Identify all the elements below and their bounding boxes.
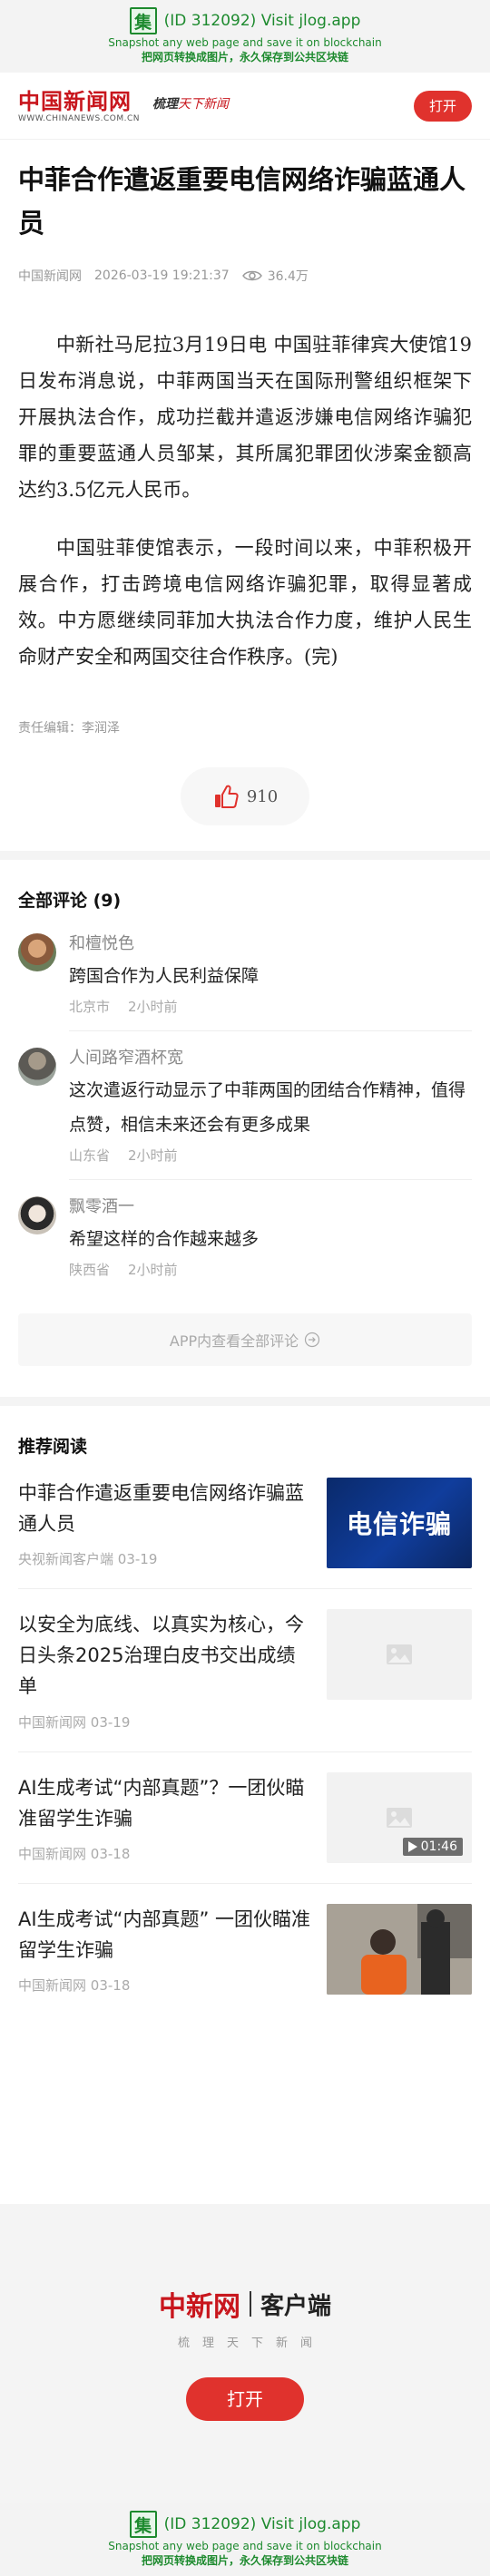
comment-time: 2小时前 — [128, 1147, 178, 1164]
recommend-divider — [18, 1751, 472, 1752]
comment-region: 陕西省 — [69, 1262, 111, 1278]
view-count: 36.4万 — [241, 267, 309, 285]
recommend-item-date: 03-19 — [90, 1714, 131, 1731]
view-all-comments-button[interactable]: APP内查看全部评论 — [18, 1313, 472, 1366]
recommend-item-title[interactable]: AI生成考试“内部真题” 一团伙瞄准留学生诈骗 — [18, 1904, 312, 1966]
eye-icon — [241, 270, 262, 281]
comment-text: 跨国合作为人民利益保障 — [69, 966, 260, 986]
video-duration: 01:46 — [420, 1839, 457, 1854]
brand-divider — [249, 2291, 251, 2317]
article-source: 中国新闻网 — [18, 269, 82, 284]
article-paragraph: 中新社马尼拉3月19日电 中国驻菲律宾大使馆19日发布消息说，中菲两国当天在国际… — [18, 334, 472, 501]
recommend-item-source: 中国新闻网 — [18, 1977, 87, 1994]
recommend-thumbnail[interactable] — [327, 1609, 472, 1700]
article-editor: 责任编辑：李润泽 — [18, 721, 120, 736]
article-paragraph: 中国驻菲使馆表示，一段时间以来，中菲积极开展合作，打击跨境电信网络诈骗犯罪，取得… — [18, 537, 472, 668]
comment-item: 和檀悦色 跨国合作为人民利益保障 北京市 2小时前 — [0, 933, 490, 1031]
recommend-item-date: 03-19 — [117, 1551, 158, 1567]
jlog-icon: 集 — [129, 2511, 157, 2538]
logo-text-en: WWW.CHINANEWS.COM.CN — [18, 113, 141, 123]
thumbnail-caption: 电信诈骗 — [346, 1509, 452, 1539]
like-button[interactable]: 910 — [181, 767, 309, 825]
comment-author[interactable]: 和檀悦色 — [69, 933, 472, 955]
play-icon — [407, 1841, 417, 1852]
comment-item: 飘零酒一 希望这样的合作越来越多 陕西省 2小时前 — [0, 1196, 490, 1293]
avatar[interactable] — [18, 1196, 56, 1234]
banner-id-text[interactable]: (ID 312092) Visit jlog.app — [164, 12, 361, 30]
avatar[interactable] — [18, 1048, 56, 1086]
site-header: 中国新闻网 WWW.CHINANEWS.COM.CN 梳理天下新闻 打开 — [0, 73, 490, 140]
recommend-divider — [18, 1883, 472, 1884]
recommend-title: 推荐阅读 — [18, 1437, 88, 1457]
news-photo — [327, 1904, 472, 1995]
recommend-item[interactable]: AI生成考试“内部真题” 一团伙瞄准留学生诈骗 中国新闻网 03-18 — [0, 1904, 490, 1995]
banner-subtitle-cn: 把网页转换成图片，永久保存到公共区块链 — [141, 2554, 348, 2567]
thumbs-up-icon — [214, 785, 239, 808]
footer-open-app-button[interactable]: 打开 — [186, 2377, 304, 2421]
recommend-item-source: 中国新闻网 — [18, 1714, 87, 1731]
recommend-item-title[interactable]: 中菲合作遣返重要电信网络诈骗蓝通人员 — [18, 1478, 312, 1539]
image-placeholder-icon — [387, 1808, 412, 1828]
recommend-divider — [18, 1588, 472, 1589]
banner-id-text[interactable]: (ID 312092) Visit jlog.app — [164, 2515, 361, 2533]
banner-subtitle-cn: 把网页转换成图片，永久保存到公共区块链 — [141, 51, 348, 63]
section-divider — [0, 851, 490, 860]
article-meta: 中国新闻网 2026-03-19 19:21:37 36.4万 — [18, 265, 472, 287]
snapshot-banner-bottom[interactable]: 集 (ID 312092) Visit jlog.app Snapshot an… — [0, 2503, 490, 2576]
jlog-icon: 集 — [129, 7, 157, 34]
comment-time: 2小时前 — [128, 999, 178, 1015]
slogan-part-b: 天下新闻 — [178, 96, 230, 112]
app-promo-footer: 中新网 客户端 梳理天下新闻 打开 — [0, 2204, 490, 2503]
footer-tagline: 梳理天下新闻 — [177, 2337, 325, 2350]
recommend-item-date: 03-18 — [90, 1977, 131, 1994]
client-brand: 中新网 客户端 — [0, 2284, 490, 2324]
comments-title: 全部评论 (9) — [18, 891, 122, 911]
recommend-item-title[interactable]: 以安全为底线、以真实为核心，今日头条2025治理白皮书交出成绩单 — [18, 1609, 312, 1702]
comment-region: 北京市 — [69, 999, 111, 1015]
article-title: 中菲合作遣返重要电信网络诈骗蓝通人员 — [18, 164, 466, 239]
recommend-item[interactable]: 中菲合作遣返重要电信网络诈骗蓝通人员 央视新闻客户端 03-19 电信诈骗 — [0, 1478, 490, 1568]
footer-client-label: 客户端 — [260, 2292, 331, 2320]
banner-subtitle: Snapshot any web page and save it on blo… — [108, 36, 382, 49]
recommend-item-title[interactable]: AI生成考试“内部真题”？一团伙瞄准留学生诈骗 — [18, 1772, 312, 1834]
image-placeholder-icon — [387, 1644, 412, 1664]
article: 中菲合作遣返重要电信网络诈骗蓝通人员 中国新闻网 2026-03-19 19:2… — [0, 158, 490, 825]
recommend-video-thumbnail[interactable]: 01:46 — [327, 1772, 472, 1863]
recommend-item-source: 中国新闻网 — [18, 1846, 87, 1862]
recommend-item-source: 央视新闻客户端 — [18, 1551, 114, 1567]
slogan-part-a: 梳理 — [152, 96, 179, 112]
comment-time: 2小时前 — [128, 1262, 178, 1278]
snapshot-banner[interactable]: 集 (ID 312092) Visit jlog.app Snapshot an… — [0, 0, 490, 73]
footer-logo: 中新网 — [158, 2291, 240, 2323]
logo-text-cn: 中国新闻网 — [18, 87, 132, 114]
comment-author[interactable]: 人间路窄酒杯宽 — [69, 1048, 472, 1069]
comment-text: 希望这样的合作越来越多 — [69, 1229, 260, 1249]
avatar[interactable] — [18, 933, 56, 971]
recommend-item[interactable]: 以安全为底线、以真实为核心，今日头条2025治理白皮书交出成绩单 中国新闻网 0… — [0, 1609, 490, 1732]
recommend-thumbnail[interactable] — [327, 1904, 472, 1995]
logo-slogan: 梳理天下新闻 — [152, 94, 229, 123]
view-count-value: 36.4万 — [267, 269, 309, 284]
open-app-button[interactable]: 打开 — [414, 90, 472, 122]
article-datetime: 2026-03-19 19:21:37 — [94, 268, 230, 283]
section-divider — [0, 1397, 490, 1406]
like-count: 910 — [246, 786, 279, 806]
comment-text: 这次遣返行动显示了中菲两国的团结合作精神，值得点赞，相信未来还会有更多成果 — [69, 1080, 466, 1135]
video-duration-badge: 01:46 — [402, 1838, 463, 1856]
recommend-item[interactable]: AI生成考试“内部真题”？一团伙瞄准留学生诈骗 中国新闻网 03-18 01:4… — [0, 1772, 490, 1863]
arrow-right-circle-icon — [305, 1332, 320, 1348]
recommend-item-date: 03-18 — [90, 1846, 131, 1862]
view-all-comments-label: APP内查看全部评论 — [169, 1332, 299, 1350]
chinanews-logo[interactable]: 中国新闻网 WWW.CHINANEWS.COM.CN 梳理天下新闻 — [18, 87, 229, 123]
banner-subtitle: Snapshot any web page and save it on blo… — [108, 2540, 382, 2552]
comment-item: 人间路窄酒杯宽 这次遣返行动显示了中菲两国的团结合作精神，值得点赞，相信未来还会… — [0, 1048, 490, 1180]
comment-region: 山东省 — [69, 1147, 111, 1164]
recommend-thumbnail[interactable]: 电信诈骗 — [327, 1478, 472, 1568]
comment-author[interactable]: 飘零酒一 — [69, 1196, 472, 1218]
